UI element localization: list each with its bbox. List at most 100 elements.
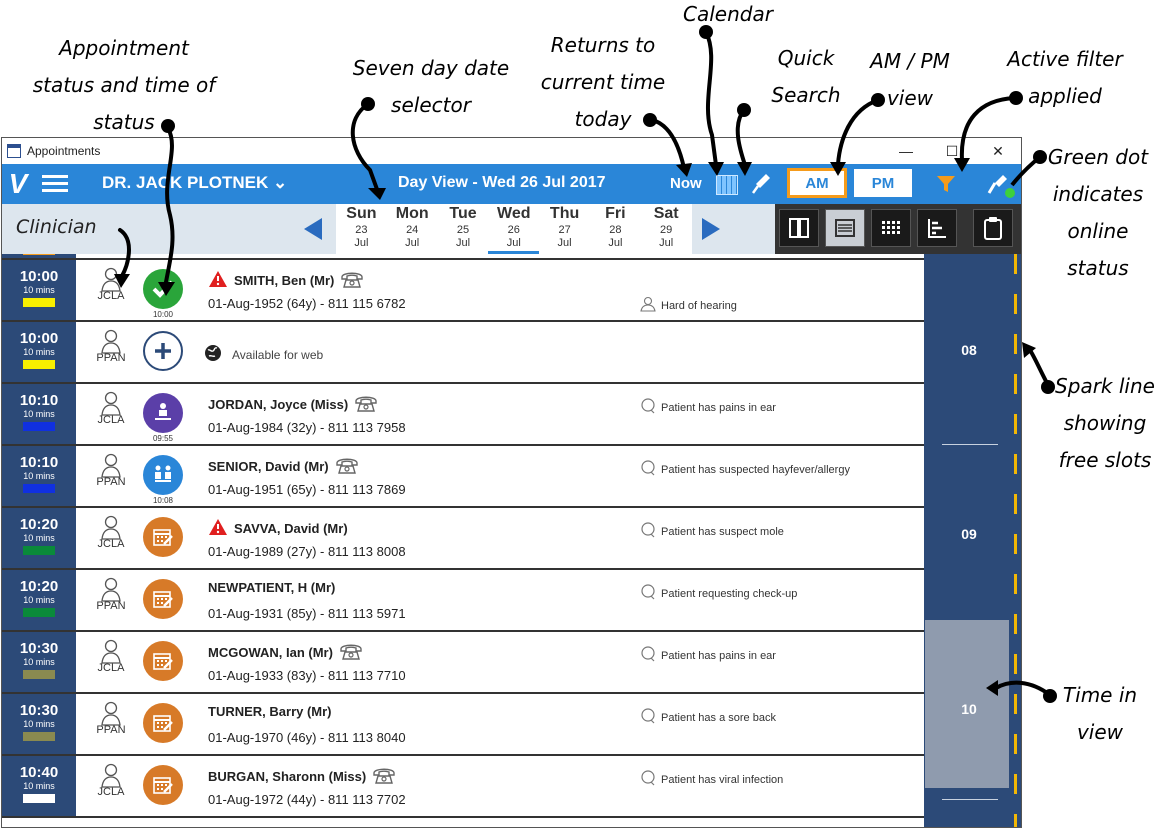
am-button[interactable]: AM	[787, 168, 847, 198]
table-row[interactable]: 10:10 10 mins JCLA 09:55 JORDAN, Joyce (…	[2, 384, 924, 446]
seven-day-selector: Sun 23 Jul Mon 24 Jul Tue 25 Jul Wed 26 Jul…	[336, 204, 692, 254]
patient-name[interactable]: MCGOWAN, Ian (Mr)	[208, 642, 363, 663]
day-date: 25	[456, 224, 470, 236]
patient-name[interactable]: BURGAN, Sharonn (Miss)	[208, 766, 396, 787]
minimize-button[interactable]: —	[883, 138, 929, 164]
appointment-duration: 10 mins	[23, 719, 55, 729]
day-sun[interactable]: Sun 23 Jul	[336, 204, 387, 254]
phone-icon[interactable]	[372, 766, 396, 787]
day-mon[interactable]: Mon 24 Jul	[387, 204, 438, 254]
available-text: Available for web	[232, 347, 324, 362]
now-button[interactable]: Now	[670, 175, 702, 192]
phone-icon[interactable]	[335, 456, 359, 477]
patient-details: 01-Aug-1952 (64y) - 811 115 6782	[208, 296, 406, 311]
patient-name[interactable]: SAVVA, David (Mr)	[208, 518, 348, 539]
list-view-button[interactable]	[825, 209, 865, 247]
patient-name[interactable]: JORDAN, Joyce (Miss)	[208, 394, 378, 415]
table-row[interactable]: 10:40 10 mins JCLA BURGAN, Sharonn (Miss…	[2, 756, 924, 818]
status-waiting-icon[interactable]	[143, 393, 183, 433]
clipboard-view-button[interactable]	[973, 209, 1013, 247]
status-booked-icon[interactable]	[143, 641, 183, 681]
patient-name-text: SAVVA, David (Mr)	[234, 521, 348, 536]
slot-type-bar	[23, 484, 55, 493]
day-name: Sat	[653, 205, 679, 222]
phone-icon[interactable]	[354, 394, 378, 415]
time-column: 10:20 10 mins	[2, 508, 76, 568]
grid-view-button[interactable]	[871, 209, 911, 247]
day-thu[interactable]: Thu 27 Jul	[539, 204, 590, 254]
slot-type-bar	[23, 670, 55, 679]
patient-details: 01-Aug-1984 (32y) - 811 113 7958	[208, 420, 406, 435]
day-sat[interactable]: Sat 29 Jul	[641, 204, 692, 254]
table-row[interactable]: 10:20 10 mins JCLA SAVVA, David (Mr) 01-…	[2, 508, 924, 570]
appointment-time: 10:20	[19, 578, 59, 595]
menu-button[interactable]	[38, 171, 72, 197]
patient-name[interactable]: TURNER, Barry (Mr)	[208, 704, 332, 719]
time-column: 10:20 10 mins	[2, 570, 76, 630]
day-name: Sun	[346, 205, 377, 222]
table-row[interactable]: 10:30 10 mins JCLA MCGOWAN, Ian (Mr) 01-…	[2, 632, 924, 694]
pm-button[interactable]: PM	[854, 169, 912, 197]
calendar-icon[interactable]	[716, 175, 738, 195]
close-button[interactable]: ✕	[975, 138, 1021, 164]
day-date: 27	[558, 224, 571, 236]
callout-time-in-view: Time in view	[1062, 683, 1138, 744]
appointment-note: Patient has suspect mole	[640, 522, 784, 541]
clinician-cell: JCLA	[92, 762, 130, 798]
quick-search-icon[interactable]	[751, 172, 772, 200]
online-status-icon[interactable]	[972, 164, 1021, 204]
two-column-view-button[interactable]	[779, 209, 819, 247]
table-row[interactable]: 10:20 10 mins PPAN NEWPATIENT, H (Mr) 01…	[2, 570, 924, 632]
patient-name[interactable]: SENIOR, David (Mr)	[208, 456, 359, 477]
filter-icon[interactable]	[926, 164, 966, 204]
status-booked-icon[interactable]	[143, 765, 183, 805]
callout-green-dot: Green dot indicates online status	[1047, 145, 1149, 280]
clinician-icon	[100, 266, 122, 292]
day-fri[interactable]: Fri 28 Jul	[590, 204, 641, 254]
day-tue[interactable]: Tue 25 Jul	[438, 204, 489, 254]
appointment-time: 10:20	[19, 516, 59, 533]
day-wed[interactable]: Wed 26 Jul	[488, 204, 539, 254]
clinician-icon	[100, 700, 122, 726]
table-row[interactable]: 10:10 10 mins PPAN 10:08 SENIOR, David (…	[2, 446, 924, 508]
table-row[interactable]: 10:00 10 mins PPAN Available for web	[2, 322, 924, 384]
patient-name-text: NEWPATIENT, H (Mr)	[208, 580, 336, 595]
time-column: 10:10 10 mins	[2, 384, 76, 444]
status-available-icon[interactable]	[143, 331, 183, 371]
status-arrived-icon[interactable]	[143, 269, 183, 309]
clinician-cell: JCLA	[92, 390, 130, 426]
patient-name-text: TURNER, Barry (Mr)	[208, 704, 332, 719]
patient-details: 01-Aug-1951 (65y) - 811 113 7869	[208, 482, 406, 497]
available-for-web: Available for web	[204, 344, 323, 365]
appointment-note: Hard of hearing	[640, 296, 737, 315]
clinician-cell: JCLA	[92, 638, 130, 674]
app-grid-icon	[7, 144, 21, 158]
clinician-selector[interactable]: DR. JACK PLOTNEK ⌄	[102, 173, 287, 193]
next-day-arrow[interactable]	[702, 218, 720, 240]
appointment-duration: 10 mins	[23, 285, 55, 295]
status-booked-icon[interactable]	[143, 517, 183, 557]
clinician-callout: Clinician	[16, 216, 97, 238]
clinician-cell: PPAN	[92, 576, 130, 612]
timeline-view-button[interactable]	[917, 209, 957, 247]
day-date: 23	[355, 224, 368, 236]
callout-spark-line: Spark line showing free slots	[1055, 374, 1155, 472]
status-in-consultation-icon[interactable]	[143, 455, 183, 495]
maximize-button[interactable]: ☐	[929, 138, 975, 164]
patient-name[interactable]: NEWPATIENT, H (Mr)	[208, 580, 335, 595]
table-row[interactable]: 10:30 10 mins PPAN TURNER, Barry (Mr) 01…	[2, 694, 924, 756]
appointment-note: Patient has pains in ear	[640, 646, 776, 665]
clinician-cell: PPAN	[92, 328, 130, 364]
table-row[interactable]: 10:00 10 mins JCLA 10:00 SMITH, Ben (Mr)…	[2, 260, 924, 322]
title-bar: Appointments — ☐ ✕	[2, 138, 1021, 164]
status-booked-icon[interactable]	[143, 579, 183, 619]
day-month: Jul	[557, 237, 572, 249]
clinician-icon	[100, 390, 122, 416]
previous-day-arrow[interactable]	[304, 218, 322, 240]
online-dot	[1005, 188, 1015, 198]
spark-line-panel[interactable]: 08 09 10	[924, 254, 1021, 827]
patient-name[interactable]: SMITH, Ben (Mr)	[208, 270, 364, 291]
status-booked-icon[interactable]	[143, 703, 183, 743]
phone-icon[interactable]	[339, 642, 363, 663]
phone-icon[interactable]	[340, 270, 364, 291]
